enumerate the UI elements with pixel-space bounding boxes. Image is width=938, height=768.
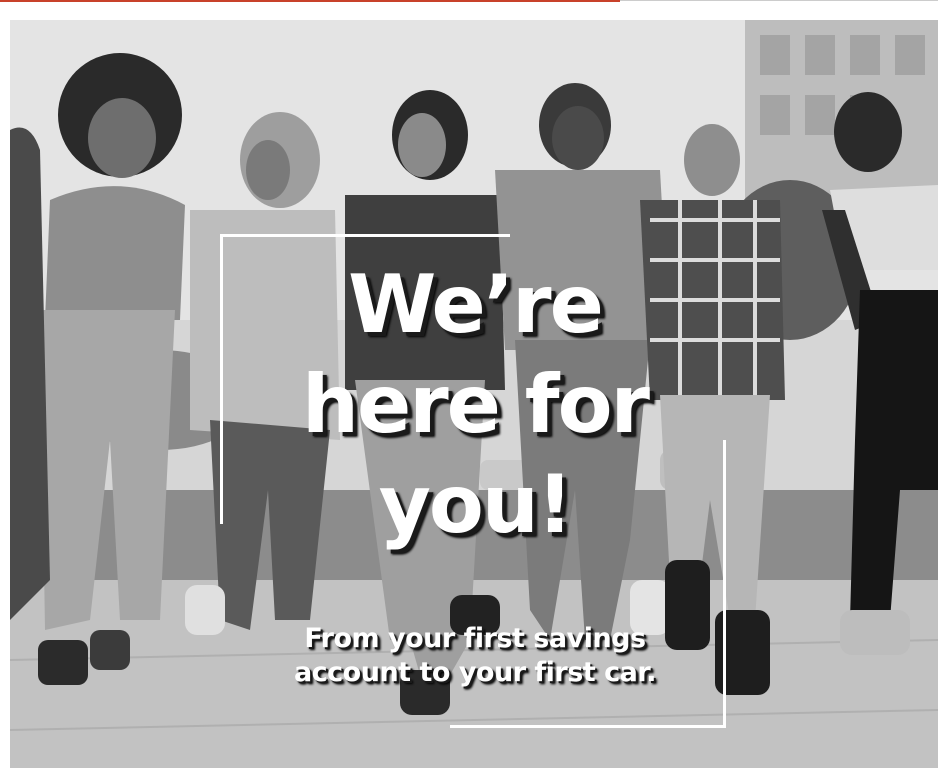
subheadline: From your first savings account to your … [200, 622, 750, 690]
subheadline-line-2: account to your first car. [293, 657, 657, 688]
headline-line-2: here for [302, 358, 650, 451]
hero-banner[interactable]: We’re here for you! From your first savi… [10, 20, 938, 768]
promo-page: We’re here for you! From your first savi… [0, 0, 938, 768]
subheadline-line-1: From your first savings [304, 623, 646, 654]
frame-top-line [220, 234, 510, 237]
frame-bottom-line [450, 725, 726, 728]
headline-line-3: you! [378, 458, 574, 551]
top-accent-bar [0, 0, 938, 2]
headline: We’re here for you! [200, 255, 750, 555]
headline-line-1: We’re [348, 258, 604, 351]
top-accent-stripe [0, 0, 620, 2]
top-rule [620, 0, 938, 1]
